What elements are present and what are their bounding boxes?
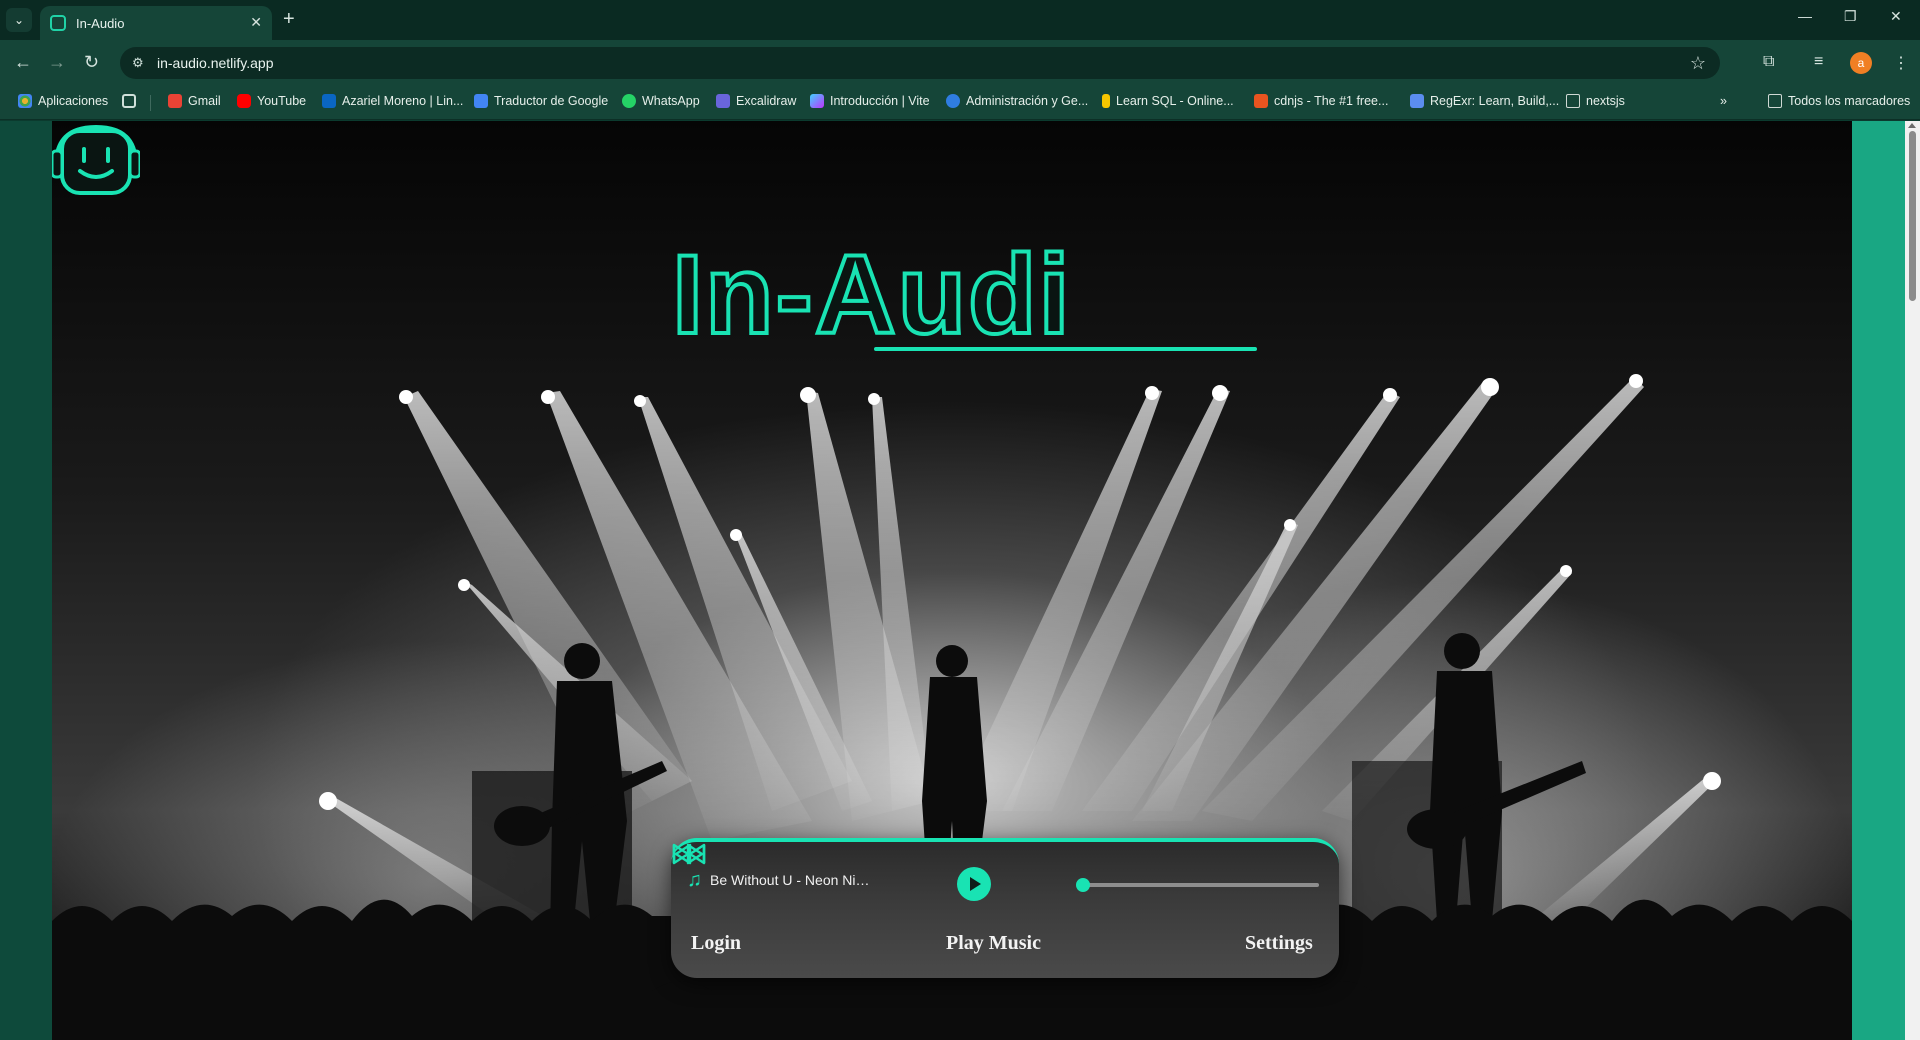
media-controls-icon[interactable]: ≡: [1814, 53, 1823, 71]
music-note-icon: ♫: [687, 869, 702, 891]
excalidraw-icon: [716, 94, 730, 108]
reload-icon[interactable]: ↻: [84, 52, 99, 72]
music-player: ♫ Be Without U - Neon Nights Login Play …: [671, 838, 1339, 978]
bookmark-label: Gmail: [188, 94, 221, 108]
bookmark-google-translate[interactable]: Traductor de Google: [474, 94, 608, 108]
profile-avatar[interactable]: a: [1850, 52, 1872, 74]
bookmark-label: cdnjs - The #1 free...: [1274, 94, 1389, 108]
brand-logo: In-Audi: [670, 232, 1272, 359]
bookmark-label: YouTube: [257, 94, 307, 108]
menu-icon[interactable]: ⋮: [1893, 53, 1909, 73]
bookmark-label: Excalidraw: [736, 94, 797, 108]
page-viewport: In-Audi ♫ Be Without U - Neon Nights Log…: [0, 121, 1920, 1040]
translate-icon: [474, 94, 488, 108]
youtube-icon: [237, 94, 251, 108]
tab-favicon-icon: [50, 15, 66, 31]
bookmark-label: WhatsApp: [642, 94, 700, 108]
url-text: in-audio.netlify.app: [157, 55, 274, 71]
tab-search-button[interactable]: ⌄: [6, 8, 32, 32]
edge-icon: [946, 94, 960, 108]
browser-toolbar: ← → ↻ ⚙ in-audio.netlify.app ☆ ⧉ ≡ a ⋮: [0, 40, 1920, 86]
next-track-icon[interactable]: [671, 842, 707, 866]
code-icon: [1254, 94, 1268, 108]
tab-strip: ⌄ In-Audio ✕ + — ❐ ✕: [0, 0, 1920, 40]
now-playing: ♫ Be Without U - Neon Nights: [687, 870, 870, 890]
login-link[interactable]: Login: [691, 932, 741, 955]
extensions-icon[interactable]: ⧉: [1763, 53, 1774, 71]
bookmarks-bar: Aplicaciones Gmail YouTube Azariel Moren…: [0, 86, 1920, 120]
all-bookmarks-label: Todos los marcadores: [1788, 94, 1911, 108]
right-accent-panel: [1852, 121, 1905, 1040]
address-bar[interactable]: ⚙ in-audio.netlify.app ☆: [120, 47, 1720, 79]
bookmark-youtube[interactable]: YouTube: [237, 94, 306, 108]
bookmark-vite[interactable]: Introducción | Vite: [810, 94, 930, 108]
folder-icon: [1566, 94, 1580, 108]
bookmark-linkedin[interactable]: Azariel Moreno | Lin...: [322, 94, 463, 108]
linkedin-icon: [322, 94, 336, 108]
active-tab[interactable]: In-Audio ✕: [40, 6, 272, 40]
settings-link[interactable]: Settings: [1245, 932, 1313, 955]
bookmark-folder-nextsjs[interactable]: nextsjs: [1566, 94, 1625, 108]
all-bookmarks[interactable]: Todos los marcadores: [1768, 94, 1910, 108]
bookmark-star-icon[interactable]: ☆: [1690, 53, 1706, 74]
minimize-button[interactable]: —: [1798, 8, 1812, 24]
logo-text: In-Audi: [670, 232, 1072, 357]
tab-groups-icon[interactable]: [122, 94, 136, 108]
bookmark-cdnjs[interactable]: cdnjs - The #1 free...: [1254, 94, 1388, 108]
page-scrollbar[interactable]: [1905, 121, 1920, 1040]
gmail-icon: [168, 94, 182, 108]
bookmark-label: Learn SQL - Online...: [1116, 94, 1234, 108]
whatsapp-icon: [622, 94, 636, 108]
bookmark-label: Aplicaciones: [38, 94, 109, 108]
close-window-button[interactable]: ✕: [1890, 8, 1902, 25]
bookmark-learn-sql[interactable]: Learn SQL - Online...: [1102, 94, 1234, 108]
bookmark-whatsapp[interactable]: WhatsApp: [622, 94, 700, 108]
tab-title: In-Audio: [76, 15, 125, 31]
scroll-thumb[interactable]: [1909, 131, 1916, 301]
bookmark-label: Introducción | Vite: [830, 94, 930, 108]
back-icon[interactable]: ←: [14, 52, 32, 72]
bookmark-label: Traductor de Google: [494, 94, 609, 108]
play-music-link[interactable]: Play Music: [946, 932, 1041, 955]
bookmark-gmail[interactable]: Gmail: [168, 94, 221, 108]
apps-grid-icon: [18, 94, 32, 108]
new-tab-button[interactable]: +: [283, 8, 295, 30]
scroll-up-icon[interactable]: [1908, 123, 1916, 128]
regexr-icon: [1410, 94, 1424, 108]
forward-icon[interactable]: →: [48, 52, 66, 72]
play-button[interactable]: [957, 867, 991, 901]
bookmark-label: RegExr: Learn, Build,...: [1430, 94, 1560, 108]
bookmark-regexr[interactable]: RegExr: Learn, Build,...: [1410, 94, 1559, 108]
folder-icon: [1768, 94, 1782, 108]
logo-underline: [874, 347, 1257, 351]
bookmark-label: Administración y Ge...: [966, 94, 1089, 108]
grid-icon: [122, 94, 136, 108]
more-bookmarks-button[interactable]: »: [1720, 94, 1727, 108]
smiling-face-headphones-icon: [52, 124, 140, 195]
close-tab-icon[interactable]: ✕: [250, 14, 262, 31]
progress-knob[interactable]: [1076, 878, 1090, 892]
bookmark-excalidraw[interactable]: Excalidraw: [716, 94, 796, 108]
bookmark-label: nextsjs: [1586, 94, 1625, 108]
bookmark-apps[interactable]: Aplicaciones: [18, 94, 108, 108]
site-info-icon[interactable]: ⚙: [132, 55, 148, 71]
bookmark-separator: [150, 95, 151, 111]
bookmark-administracion[interactable]: Administración y Ge...: [946, 94, 1088, 108]
track-title: Be Without U - Neon Nights: [710, 872, 870, 888]
hero-concert-background: In-Audi ♫ Be Without U - Neon Nights Log…: [52, 121, 1852, 1040]
progress-bar[interactable]: [1076, 878, 1319, 892]
vite-icon: [810, 94, 824, 108]
bookmark-label: Azariel Moreno | Lin...: [342, 94, 464, 108]
sql-icon: [1102, 94, 1110, 108]
restore-button[interactable]: ❐: [1844, 8, 1857, 25]
